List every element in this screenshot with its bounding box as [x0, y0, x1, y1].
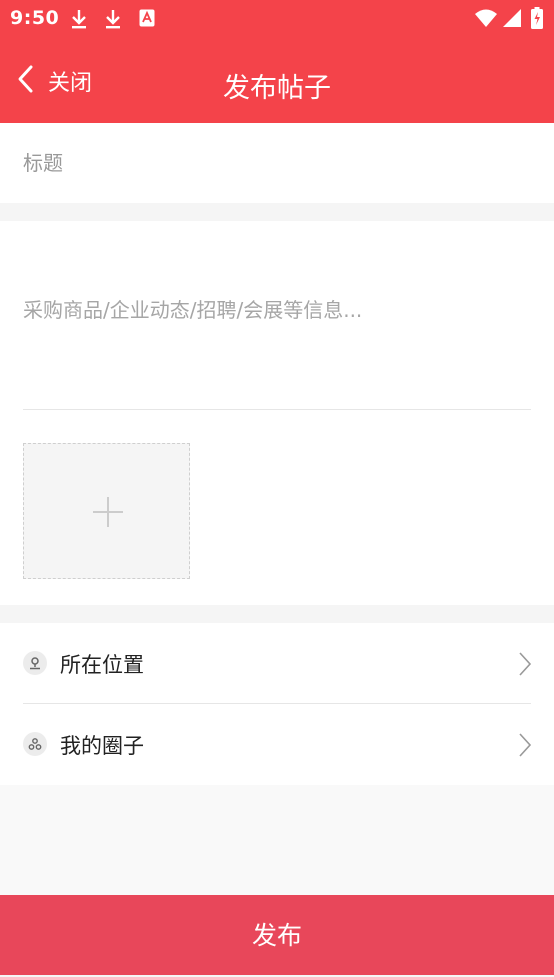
battery-icon	[531, 7, 543, 33]
empty-area	[0, 785, 554, 895]
my-circle-row[interactable]: 我的圈子	[0, 704, 554, 785]
circle-group-icon	[23, 732, 47, 756]
publish-button[interactable]: 发布	[0, 895, 554, 975]
title-row	[0, 123, 554, 203]
page-title: 发布帖子	[223, 73, 331, 104]
content-block	[0, 221, 554, 605]
download-icon	[70, 8, 88, 34]
options-list: 所在位置 我的圈子	[0, 623, 554, 785]
status-bar: 9:50	[0, 0, 554, 38]
content-input[interactable]	[23, 295, 531, 395]
signal-icon	[503, 9, 521, 31]
add-image-button[interactable]	[23, 443, 190, 579]
chevron-right-icon	[518, 651, 532, 681]
location-label: 所在位置	[60, 653, 144, 677]
location-row[interactable]: 所在位置	[0, 623, 554, 704]
download-icon	[104, 8, 122, 34]
status-time: 9:50	[10, 7, 60, 29]
app-notification-icon	[139, 9, 155, 31]
chevron-right-icon	[518, 732, 532, 762]
location-icon	[23, 651, 47, 675]
my-circle-label: 我的圈子	[60, 734, 144, 758]
plus-icon	[107, 497, 109, 527]
title-input[interactable]	[23, 123, 531, 203]
wifi-icon	[475, 9, 497, 31]
divider	[23, 409, 531, 410]
app-bar: 关闭 发布帖子	[0, 38, 554, 123]
